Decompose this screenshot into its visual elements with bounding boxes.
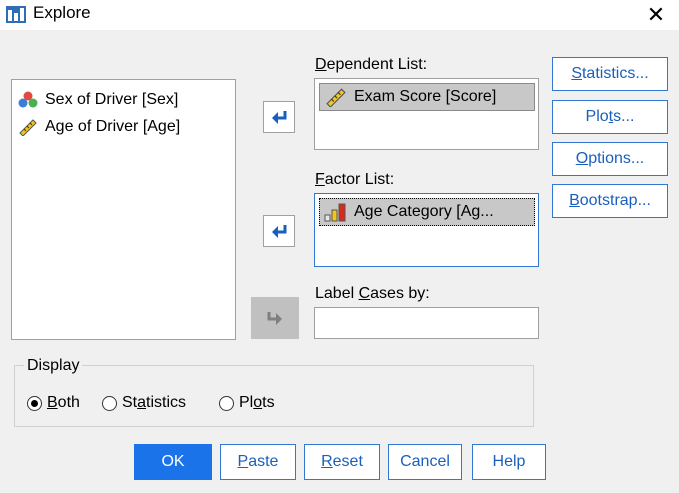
- move-to-label-cases-button[interactable]: [251, 297, 299, 339]
- radio-unselected-icon: [102, 395, 117, 411]
- move-arrow-icon: [272, 225, 287, 238]
- bootstrap-button[interactable]: Bootstrap...: [552, 184, 668, 218]
- radio-label: Plots: [239, 394, 275, 411]
- display-plots-radio[interactable]: Plots: [219, 394, 275, 412]
- list-item[interactable]: Age Category [Ag...: [319, 198, 535, 226]
- nominal-variable-icon: [18, 91, 38, 108]
- move-arrow-icon: [272, 111, 287, 124]
- radio-label: Both: [47, 394, 80, 411]
- display-group-label: Display: [24, 357, 83, 375]
- options-button[interactable]: Options...: [552, 142, 668, 176]
- radio-label: Statistics: [122, 394, 187, 411]
- variable-label: Sex of Driver [Sex]: [45, 91, 179, 108]
- list-item[interactable]: Sex of Driver [Sex]: [18, 88, 178, 112]
- scale-ruler-icon: [19, 119, 37, 136]
- factor-list-label: Factor List:: [315, 171, 395, 188]
- plots-button[interactable]: Plo t s...: [552, 100, 668, 134]
- list-item[interactable]: Exam Score [Score]: [319, 83, 535, 111]
- cancel-button[interactable]: Cancel: [388, 444, 462, 480]
- move-arrow-right-icon: [267, 312, 282, 325]
- label-cases-label: Label Cases by:: [315, 285, 430, 302]
- window-title: Explore: [33, 3, 91, 22]
- variable-label: Age Category [Ag...: [354, 203, 494, 220]
- close-icon: ✕: [646, 2, 666, 27]
- reset-button[interactable]: Reset: [304, 444, 380, 480]
- move-to-dependent-button[interactable]: [263, 101, 295, 133]
- display-statistics-radio[interactable]: Statistics: [102, 394, 186, 412]
- title-bar: Explore ✕: [0, 0, 679, 30]
- list-item[interactable]: Age of Driver [Age]: [18, 115, 180, 139]
- scale-ruler-icon: [326, 88, 346, 107]
- explore-app-icon: [6, 6, 26, 23]
- variable-label: Exam Score [Score]: [354, 88, 497, 105]
- radio-selected-icon: [27, 395, 42, 411]
- dependent-list[interactable]: Exam Score [Score]: [314, 78, 539, 150]
- close-button[interactable]: ✕: [633, 0, 679, 30]
- move-to-factor-button[interactable]: [263, 215, 295, 247]
- help-button[interactable]: Help: [472, 444, 546, 480]
- paste-button[interactable]: Paste: [220, 444, 296, 480]
- variable-label: Age of Driver [Age]: [45, 118, 181, 135]
- ordinal-bar-icon: [324, 203, 346, 222]
- label-cases-field[interactable]: [314, 307, 539, 339]
- dependent-list-label: Dependent List:: [315, 56, 428, 73]
- statistics-button[interactable]: Statistics...: [552, 57, 668, 91]
- factor-list[interactable]: Age Category [Ag...: [314, 193, 539, 267]
- radio-unselected-icon: [219, 395, 234, 411]
- ok-button[interactable]: OK: [134, 444, 212, 480]
- source-variable-list[interactable]: Sex of Driver [Sex] Age of Driver [Age]: [11, 79, 236, 340]
- display-both-radio[interactable]: Both: [27, 394, 80, 412]
